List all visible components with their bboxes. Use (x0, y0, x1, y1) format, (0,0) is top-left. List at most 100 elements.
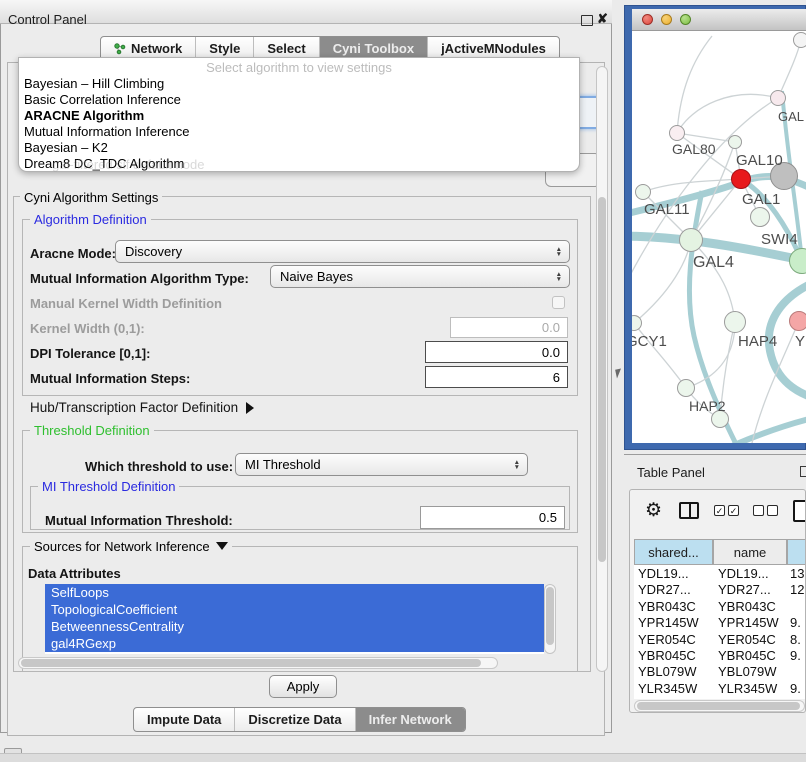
data-attributes-list[interactable]: SelfLoopsTopologicalCoefficientBetweenne… (45, 584, 544, 654)
minimize-traffic-light-icon[interactable] (661, 14, 672, 25)
table-row[interactable]: YBL079WYBL079W (634, 664, 806, 680)
table-row[interactable]: YDR27...YDR27...12 (634, 582, 806, 598)
table-cell: 9 (790, 697, 797, 699)
table-cell: YBR045C (638, 648, 696, 663)
checked-checkbox-icon[interactable]: ✓ (728, 505, 739, 516)
column-header-name[interactable]: name (713, 539, 787, 565)
control-panel-title: Control Panel (8, 12, 87, 27)
threshold-definition-legend: Threshold Definition (30, 423, 154, 438)
algorithm-dropdown-popup: Select algorithm to view settings Bayesi… (18, 57, 580, 172)
tab-label: Discretize Data (248, 712, 341, 727)
table-cell: YBR043C (718, 599, 776, 614)
column-header-shared[interactable]: shared... (634, 539, 713, 565)
table-cell: YBR045C (718, 648, 776, 663)
table-cell: 9. (790, 681, 801, 696)
table-row[interactable]: YDL19...YDL19...13 (634, 566, 806, 582)
attribute-item[interactable]: SelfLoops (45, 584, 544, 601)
node-label-gal1: GAL1 (742, 191, 780, 208)
sources-legend[interactable]: Sources for Network Inference (30, 539, 232, 554)
unchecked-checkbox-icon[interactable] (753, 505, 764, 516)
settings-vertical-scrollbar-thumb[interactable] (598, 197, 606, 562)
attributes-list-scrollbar-thumb[interactable] (546, 587, 554, 645)
network-node-node-top-partial[interactable] (793, 32, 806, 48)
table-cell: YLR345W (638, 681, 697, 696)
attribute-item[interactable]: BetweennessCentrality (45, 618, 544, 635)
dpi-tolerance-label: DPI Tolerance [0,1]: (30, 346, 150, 361)
table-horizontal-scrollbar-thumb[interactable] (637, 702, 800, 710)
dpi-tolerance-input[interactable]: 0.0 (425, 341, 568, 363)
algorithm-option[interactable]: ARACNE Algorithm (19, 108, 579, 124)
column-header-partial[interactable] (787, 539, 806, 565)
table-row[interactable]: YBR045CYBR045C9. (634, 648, 806, 664)
control-panel-titlebar[interactable] (0, 0, 612, 24)
network-node-node-salmon[interactable] (789, 311, 806, 331)
node-label-gal: GAL (778, 109, 804, 124)
network-node-gal1[interactable] (731, 169, 751, 189)
table-cell: YIL052C (638, 697, 689, 699)
mi-type-combo[interactable]: Naive Bayes ▲▼ (270, 265, 570, 288)
apply-button[interactable]: Apply (269, 675, 337, 698)
tab-impute-data[interactable]: Impute Data (134, 708, 234, 731)
attributes-list-scrollbar[interactable] (544, 584, 556, 654)
tab-label: Cyni Toolbox (333, 41, 414, 56)
status-strip (0, 753, 806, 762)
algorithm-option[interactable]: Mutual Information Inference (19, 124, 579, 140)
table-horizontal-scrollbar[interactable] (634, 700, 805, 712)
close-icon[interactable]: ✘ (597, 11, 608, 27)
attribute-item[interactable]: gal4RGexp (45, 635, 544, 652)
algorithm-option[interactable]: Basic Correlation Inference (19, 92, 579, 108)
manual-kernel-checkbox[interactable] (552, 296, 565, 309)
network-canvas[interactable]: GALGAL80GAL10GAL1GAL11SWI4GAL4GCY1HAP4YH… (632, 31, 806, 443)
table-row[interactable]: YBR043CYBR043C (634, 599, 806, 615)
network-node-gal11[interactable] (635, 184, 651, 200)
kernel-width-input[interactable]: 0.0 (450, 317, 568, 338)
table-cell: 13 (790, 566, 804, 581)
table-row[interactable]: YIL052CYIL052C9 (634, 697, 806, 699)
table-row[interactable]: YPR145WYPR145W9. (634, 615, 806, 631)
table-row[interactable]: YER054CYER054C8. (634, 632, 806, 648)
tab-infer-network[interactable]: Infer Network (355, 708, 465, 731)
table-body[interactable]: YDL19...YDL19...13YDR27...YDR27...12YBR0… (634, 565, 806, 699)
aracne-mode-combo[interactable]: Discovery ▲▼ (115, 240, 570, 263)
table-row[interactable]: YLR345WYLR345W9. (634, 681, 806, 697)
mi-steps-input[interactable]: 6 (425, 366, 568, 388)
algorithm-option[interactable]: Bayesian – Hill Climbing (19, 76, 579, 92)
checked-checkbox-icon[interactable]: ✓ (714, 505, 725, 516)
float-window-icon[interactable] (581, 15, 593, 26)
settings-vertical-scrollbar[interactable] (596, 66, 608, 672)
combo-arrows-icon: ▲▼ (556, 272, 562, 282)
mi-threshold-input[interactable]: 0.5 (420, 506, 565, 529)
network-icon (114, 43, 126, 55)
close-traffic-light-icon[interactable] (642, 14, 653, 25)
kernel-width-label: Kernel Width (0,1): (30, 321, 145, 336)
network-node-swi4[interactable] (750, 207, 770, 227)
aracne-mode-label: Aracne Mode: (30, 246, 116, 261)
network-window-titlebar[interactable] (632, 9, 806, 31)
tab-discretize-data[interactable]: Discretize Data (234, 708, 354, 731)
attribute-item[interactable]: TopologicalCoefficient (45, 601, 544, 618)
unchecked-checkbox-icon[interactable] (767, 505, 778, 516)
split-columns-icon[interactable] (679, 502, 699, 519)
network-node-node-pink-upper[interactable] (770, 90, 786, 106)
table-settings-gear-icon[interactable]: ⚙ (645, 499, 662, 522)
settings-horizontal-scrollbar[interactable] (18, 657, 498, 669)
network-edge (732, 417, 806, 443)
network-node-hap4[interactable] (724, 311, 746, 333)
tab-label: Impute Data (147, 712, 221, 727)
network-node-node-green-small[interactable] (728, 135, 742, 149)
network-node-gal80[interactable] (669, 125, 685, 141)
settings-horizontal-scrollbar-thumb[interactable] (21, 659, 481, 667)
node-label-gal11: GAL11 (644, 201, 690, 218)
network-node-gal4[interactable] (679, 228, 703, 252)
hub-factor-label: Hub/Transcription Factor Definition (30, 400, 238, 415)
algorithm-option[interactable]: Bayesian – K2 (19, 140, 579, 156)
bottom-tabbar: Impute Data Discretize Data Infer Network (133, 707, 466, 732)
hub-factor-expander[interactable]: Hub/Transcription Factor Definition (30, 400, 254, 415)
document-icon[interactable] (793, 500, 806, 522)
network-node-hap2[interactable] (677, 379, 695, 397)
node-label-hap2: HAP2 (689, 398, 726, 414)
which-threshold-combo[interactable]: MI Threshold ▲▼ (235, 453, 528, 476)
panel-divider (624, 454, 806, 455)
table-panel-float-icon[interactable] (800, 466, 806, 477)
zoom-traffic-light-icon[interactable] (680, 14, 691, 25)
